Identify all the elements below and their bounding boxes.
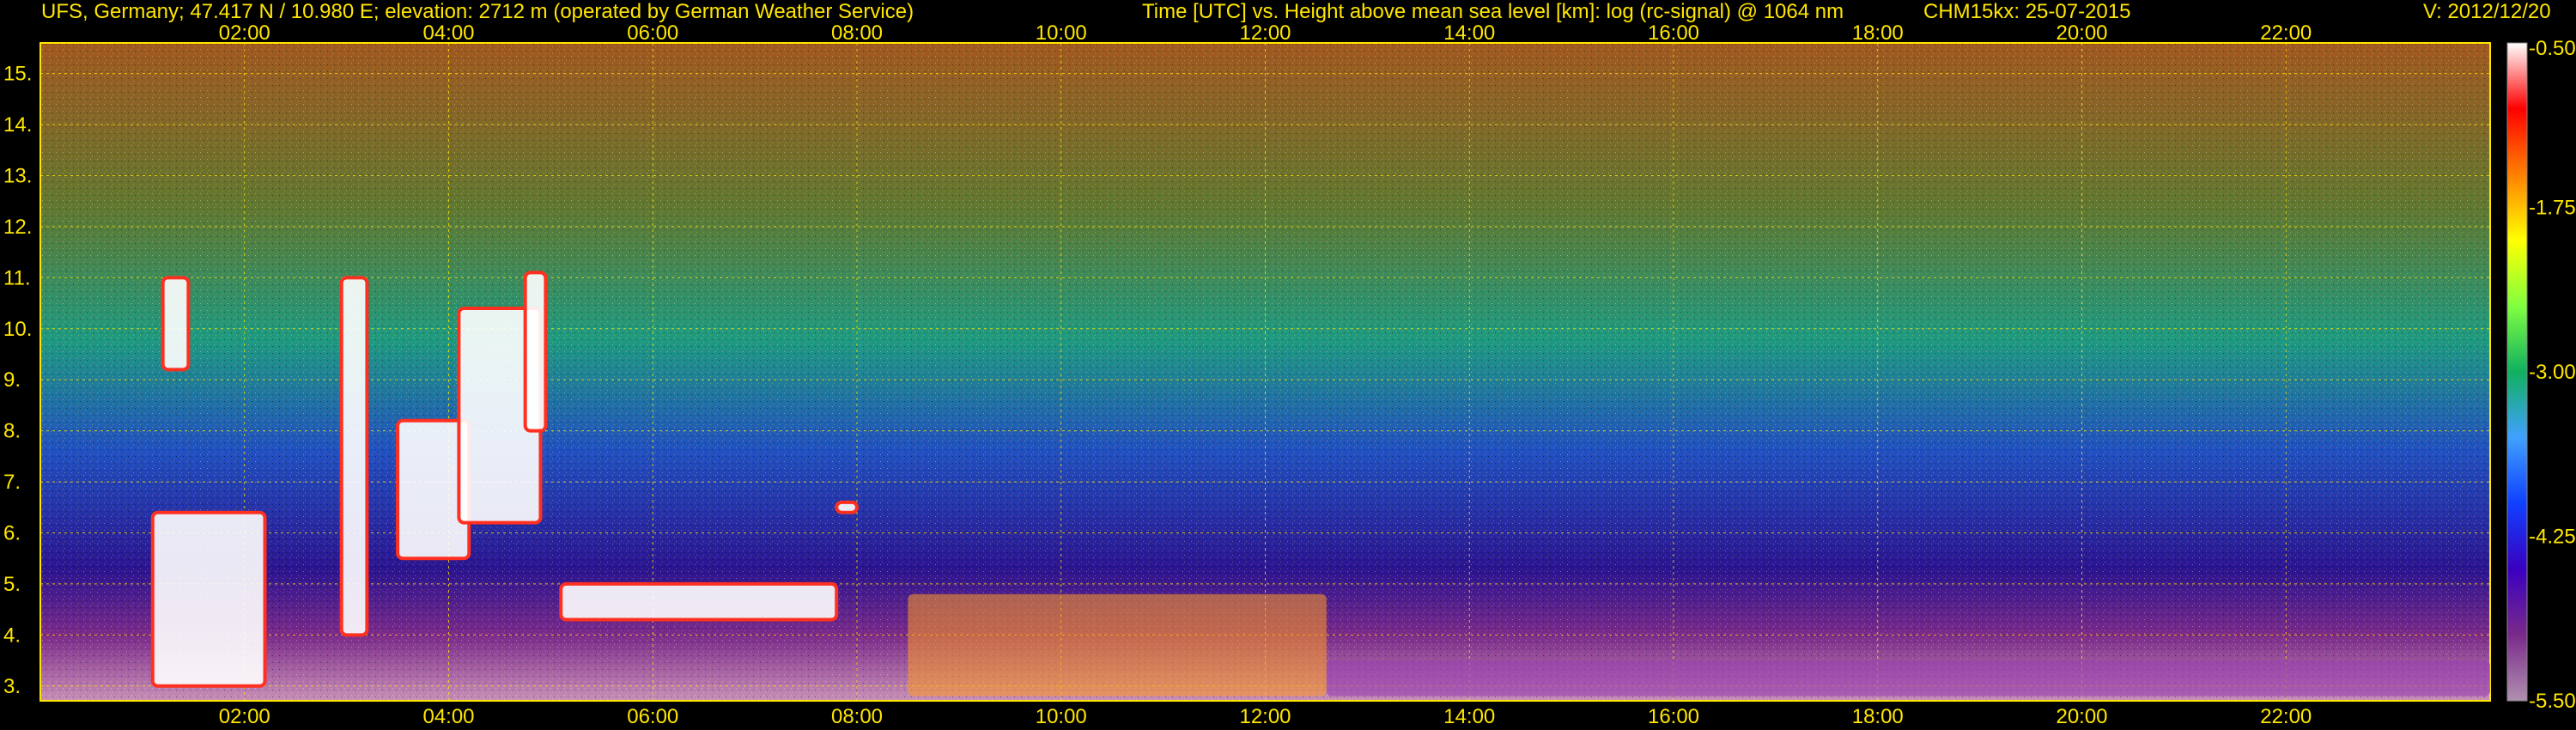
x-tick-bottom-label: 04:00 xyxy=(422,705,474,728)
x-axis-top: 02:00 04:00 06:00 08:00 10:00 12:00 14:00 16:00… xyxy=(219,21,2312,45)
feature-cloud-2 xyxy=(339,276,369,637)
feature-cloud-0 xyxy=(150,510,267,688)
y-tick-label: 4. xyxy=(3,624,21,647)
y-tick-label: 12. xyxy=(3,216,32,239)
feature-cloud-5 xyxy=(523,271,548,433)
x-tick-top-label: 10:00 xyxy=(1036,21,1087,45)
x-tick-bottom-label: 16:00 xyxy=(1648,705,1699,728)
y-tick-label: 9. xyxy=(3,368,21,392)
y-axis: 3. 4. 5. 6. 7. 8. 9. 10. 11. 12. 13. 14. 15. xyxy=(3,63,32,698)
colorbar-bar xyxy=(2506,42,2528,702)
x-tick-bottom-label: 22:00 xyxy=(2260,705,2312,728)
y-tick-label: 10. xyxy=(3,318,32,341)
x-tick-bottom-label: 12:00 xyxy=(1239,705,1291,728)
x-tick-top-label: 04:00 xyxy=(422,21,474,45)
feature-cloud-1 xyxy=(161,276,191,372)
feature-cloud-6 xyxy=(559,581,839,622)
colorbar-tick-label: -3.00 xyxy=(2529,361,2576,384)
x-tick-top-label: 18:00 xyxy=(1852,21,1904,45)
x-tick-top-label: 14:00 xyxy=(1443,21,1495,45)
y-tick-label: 11. xyxy=(3,266,31,289)
x-tick-bottom-label: 02:00 xyxy=(219,705,270,728)
x-tick-bottom-label: 18:00 xyxy=(1852,705,1904,728)
x-tick-top-label: 08:00 xyxy=(831,21,883,45)
x-tick-bottom-label: 14:00 xyxy=(1443,705,1495,728)
y-tick-label: 7. xyxy=(3,471,21,494)
y-tick-label: 5. xyxy=(3,573,21,596)
feature-cloud-7 xyxy=(835,500,859,514)
x-tick-bottom-label: 10:00 xyxy=(1036,705,1087,728)
colorbar: -0.50 -1.75 -3.00 -4.25 -5.50 xyxy=(2506,37,2576,713)
x-tick-bottom-label: 08:00 xyxy=(831,705,883,728)
y-tick-label: 15. xyxy=(3,63,32,86)
feature-aerosol-layer-9 xyxy=(1326,660,2490,697)
colorbar-tick-label: -0.50 xyxy=(2529,37,2576,60)
y-tick-label: 13. xyxy=(3,165,32,188)
feature-boundary-layer-8 xyxy=(908,593,1327,697)
x-tick-top-label: 02:00 xyxy=(219,21,270,45)
y-tick-label: 8. xyxy=(3,420,21,443)
x-tick-top-label: 06:00 xyxy=(627,21,678,45)
ceilometer-chart: 02:00 04:00 06:00 08:00 10:00 12:00 14:00 16:00… xyxy=(3,21,2576,728)
y-tick-label: 6. xyxy=(3,521,21,544)
colorbar-tick-label: -4.25 xyxy=(2529,526,2576,549)
x-axis-bottom: 02:00 04:00 06:00 08:00 10:00 12:00 14:00 16:00… xyxy=(219,705,2312,728)
x-tick-bottom-label: 20:00 xyxy=(2056,705,2107,728)
x-tick-top-label: 20:00 xyxy=(2056,21,2107,45)
colorbar-tick-label: -5.50 xyxy=(2529,690,2576,713)
x-tick-top-label: 16:00 xyxy=(1648,21,1699,45)
y-tick-label: 14. xyxy=(3,113,32,137)
x-tick-bottom-label: 06:00 xyxy=(627,705,678,728)
x-tick-top-label: 12:00 xyxy=(1239,21,1291,45)
x-tick-top-label: 22:00 xyxy=(2260,21,2312,45)
colorbar-tick-label: -1.75 xyxy=(2529,197,2576,220)
y-tick-label: 3. xyxy=(3,675,21,698)
